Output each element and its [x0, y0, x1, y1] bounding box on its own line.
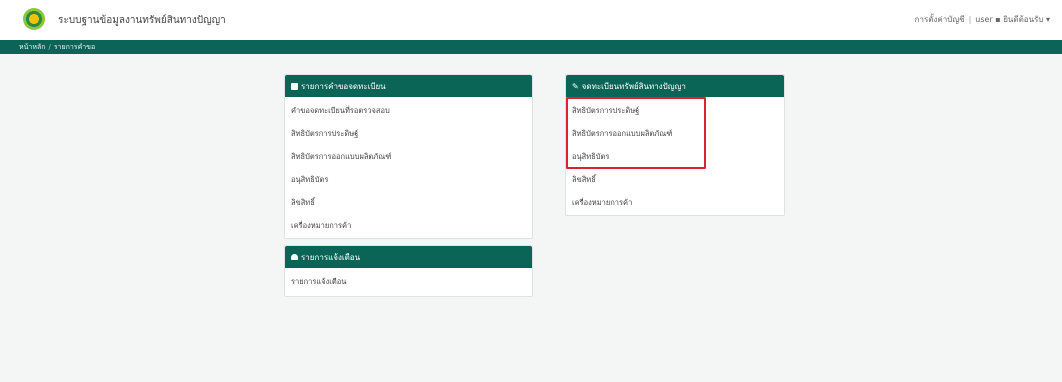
register-list: สิทธิบัตรการประดิษฐ์ สิทธิบัตรการออกแบบผ… — [566, 97, 784, 214]
breadcrumb-current: รายการคำขอ — [53, 43, 96, 51]
request-item-trademark[interactable]: เครื่องหมายการค้า — [285, 214, 532, 237]
bell-icon — [291, 254, 298, 260]
register-item-petty-patent[interactable]: อนุสิทธิบัตร — [566, 145, 784, 168]
university-logo-icon[interactable] — [23, 8, 45, 30]
separator: | — [968, 15, 972, 24]
requests-list: คำขอจดทะเบียนที่รอตรวจสอบ สิทธิบัตรการปร… — [285, 97, 532, 237]
register-item-design-patent[interactable]: สิทธิบัตรการออกแบบผลิตภัณฑ์ — [566, 122, 784, 145]
top-header: ระบบฐานข้อมูลงานทรัพย์สินทางปัญญา การตั้… — [0, 0, 1062, 41]
requests-panel-header: รายการคำขอจดทะเบียน — [285, 75, 532, 97]
user-menu[interactable]: การตั้งค่าบัญชี | user ▪ ยินดีต้อนรับ ▾ — [915, 13, 1050, 26]
breadcrumb: หน้าหลัก / รายการคำขอ — [19, 42, 95, 53]
notifications-panel: รายการแจ้งเตือน รายการแจ้งเตือน — [284, 245, 533, 297]
register-item-copyright[interactable]: ลิขสิทธิ์ — [566, 168, 784, 191]
breadcrumb-separator: / — [48, 43, 51, 51]
notifications-list: รายการแจ้งเตือน — [285, 268, 532, 293]
document-icon — [291, 82, 298, 90]
notification-item[interactable]: รายการแจ้งเตือน — [285, 270, 532, 293]
nav-bar: หน้าหลัก / รายการคำขอ — [0, 40, 1062, 54]
request-item-petty-patent[interactable]: อนุสิทธิบัตร — [285, 168, 532, 191]
notifications-panel-header: รายการแจ้งเตือน — [285, 246, 532, 268]
register-panel-title: จดทะเบียนทรัพย์สินทางปัญญา — [581, 81, 686, 91]
request-item-invention-patent[interactable]: สิทธิบัตรการประดิษฐ์ — [285, 122, 532, 145]
request-item-design-patent[interactable]: สิทธิบัตรการออกแบบผลิตภัณฑ์ — [285, 145, 532, 168]
request-item-copyright[interactable]: ลิขสิทธิ์ — [285, 191, 532, 214]
register-item-trademark[interactable]: เครื่องหมายการค้า — [566, 191, 784, 214]
requests-panel: รายการคำขอจดทะเบียน คำขอจดทะเบียนที่รอตร… — [284, 74, 533, 239]
account-settings-link[interactable]: การตั้งค่าบัญชี — [915, 15, 965, 24]
register-item-invention-patent[interactable]: สิทธิบัตรการประดิษฐ์ — [566, 99, 784, 122]
register-panel-header: ✎ จดทะเบียนทรัพย์สินทางปัญญา — [566, 75, 784, 97]
pencil-icon: ✎ — [572, 81, 579, 91]
app-title[interactable]: ระบบฐานข้อมูลงานทรัพย์สินทางปัญญา — [58, 13, 226, 28]
breadcrumb-home[interactable]: หน้าหลัก — [19, 43, 45, 51]
requests-panel-title: รายการคำขอจดทะเบียน — [301, 81, 386, 91]
notifications-panel-title: รายการแจ้งเตือน — [301, 252, 361, 262]
register-panel: ✎ จดทะเบียนทรัพย์สินทางปัญญา สิทธิบัตรกา… — [565, 74, 785, 216]
user-dropdown[interactable]: user ▪ ยินดีต้อนรับ ▾ — [975, 15, 1050, 24]
request-item-pending[interactable]: คำขอจดทะเบียนที่รอตรวจสอบ — [285, 99, 532, 122]
